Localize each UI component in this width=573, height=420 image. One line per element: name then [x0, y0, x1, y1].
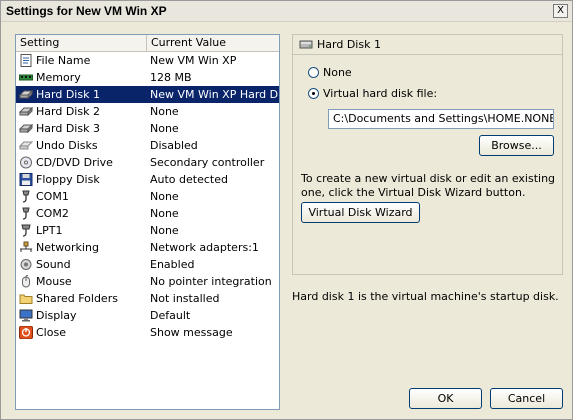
row-setting-name: Mouse — [36, 275, 72, 288]
list-row-hard-disk-3[interactable]: Hard Disk 3 None — [16, 120, 279, 137]
ok-button[interactable]: OK — [409, 388, 482, 409]
display-icon — [19, 309, 33, 322]
row-current-value: Auto detected — [150, 173, 228, 186]
list-row-lpt1[interactable]: LPT1 None — [16, 222, 279, 239]
list-row-display[interactable]: Display Default — [16, 307, 279, 324]
cancel-button[interactable]: Cancel — [490, 388, 563, 409]
startup-disk-note: Hard disk 1 is the virtual machine's sta… — [292, 290, 559, 303]
row-current-value: Not installed — [150, 292, 220, 305]
row-current-value: New VM Win XP — [150, 54, 237, 67]
row-current-value: Default — [150, 309, 191, 322]
settings-rows: File Name New VM Win XP Memory 128 MB Hard D… — [16, 52, 279, 341]
list-row-mouse[interactable]: Mouse No pointer integration — [16, 273, 279, 290]
list-row-undo-disks[interactable]: Undo Disks Disabled — [16, 137, 279, 154]
list-row-shared-folders[interactable]: Shared Folders Not installed — [16, 290, 279, 307]
panel-title: Hard Disk 1 — [317, 38, 381, 51]
undo-disk-icon — [18, 139, 34, 152]
row-current-value: None — [150, 122, 179, 135]
radio-virtual-hard-disk-label[interactable]: Virtual hard disk file: — [323, 87, 437, 100]
row-setting-name: File Name — [36, 54, 91, 67]
hard-disk-icon — [18, 105, 34, 118]
row-current-value: No pointer integration — [150, 275, 272, 288]
close-power-icon — [19, 325, 33, 340]
row-current-value: None — [150, 190, 179, 203]
list-row-networking[interactable]: Networking Network adapters:1 — [16, 239, 279, 256]
column-header-current-value[interactable]: Current Value — [147, 35, 279, 51]
row-setting-name: Networking — [36, 241, 99, 254]
hard-disk-icon — [299, 40, 313, 49]
folder-icon — [19, 292, 33, 305]
list-row-hard-disk-1[interactable]: Hard Disk 1 New VM Win XP Hard Disk — [16, 86, 279, 103]
radio-none-label[interactable]: None — [323, 66, 352, 79]
list-row-com2[interactable]: COM2 None — [16, 205, 279, 222]
list-row-file-name[interactable]: File Name New VM Win XP — [16, 52, 279, 69]
settings-dialog: Settings for New VM Win XP X Setting Cur… — [0, 0, 573, 420]
row-current-value: Show message — [150, 326, 233, 339]
list-header: Setting Current Value — [16, 35, 279, 52]
row-setting-name: CD/DVD Drive — [36, 156, 113, 169]
list-row-memory[interactable]: Memory 128 MB — [16, 69, 279, 86]
row-setting-name: COM2 — [36, 207, 69, 220]
row-setting-name: Hard Disk 3 — [36, 122, 100, 135]
wizard-info-text: To create a new virtual disk or edit an … — [301, 172, 556, 199]
row-current-value: None — [150, 207, 179, 220]
row-setting-name: Hard Disk 1 — [36, 88, 100, 101]
row-setting-name: Sound — [36, 258, 71, 271]
row-setting-name: Shared Folders — [36, 292, 118, 305]
row-setting-name: Floppy Disk — [36, 173, 100, 186]
network-icon — [19, 241, 33, 254]
list-row-hard-disk-2[interactable]: Hard Disk 2 None — [16, 103, 279, 120]
row-current-value: New VM Win XP Hard Disk — [150, 88, 280, 101]
row-setting-name: LPT1 — [36, 224, 63, 237]
radio-none[interactable] — [308, 67, 319, 78]
row-current-value: None — [150, 105, 179, 118]
memory-icon — [19, 71, 33, 84]
column-header-setting[interactable]: Setting — [16, 35, 147, 51]
row-setting-name: Hard Disk 2 — [36, 105, 100, 118]
virtual-disk-path-input[interactable]: C:\Documents and Settings\HOME.NONE\Mor — [328, 109, 554, 129]
hard-disk-icon — [18, 122, 34, 135]
row-setting-name: Display — [36, 309, 77, 322]
row-current-value: None — [150, 224, 179, 237]
list-row-floppy-disk[interactable]: Floppy Disk Auto detected — [16, 171, 279, 188]
list-row-com1[interactable]: COM1 None — [16, 188, 279, 205]
sound-icon — [19, 258, 33, 271]
list-row-sound[interactable]: Sound Enabled — [16, 256, 279, 273]
browse-button[interactable]: Browse... — [479, 135, 554, 156]
row-setting-name: Close — [36, 326, 66, 339]
lpt-port-icon — [19, 224, 33, 237]
row-setting-name: Memory — [36, 71, 81, 84]
cd-icon — [19, 156, 33, 169]
row-current-value: 128 MB — [150, 71, 192, 84]
hard-disk-icon — [18, 88, 34, 101]
mouse-icon — [19, 274, 33, 288]
window-title: Settings for New VM Win XP — [6, 4, 167, 18]
list-row-close[interactable]: Close Show message — [16, 324, 279, 341]
list-row-cd-dvd-drive[interactable]: CD/DVD Drive Secondary controller — [16, 154, 279, 171]
row-current-value: Network adapters:1 — [150, 241, 259, 254]
row-setting-name: Undo Disks — [36, 139, 98, 152]
radio-virtual-hard-disk[interactable] — [308, 88, 319, 99]
close-window-button[interactable]: X — [553, 4, 568, 18]
title-bar: Settings for New VM Win XP X — [1, 1, 572, 22]
com-port-icon — [19, 207, 33, 220]
row-setting-name: COM1 — [36, 190, 69, 203]
floppy-icon — [19, 173, 33, 186]
panel-header: Hard Disk 1 — [293, 35, 562, 55]
row-current-value: Disabled — [150, 139, 198, 152]
com-port-icon — [19, 190, 33, 203]
row-current-value: Enabled — [150, 258, 195, 271]
row-current-value: Secondary controller — [150, 156, 265, 169]
settings-list[interactable]: Setting Current Value File Name New VM Wi… — [15, 34, 280, 410]
file-icon — [19, 54, 33, 67]
virtual-disk-wizard-button[interactable]: Virtual Disk Wizard — [301, 202, 420, 223]
